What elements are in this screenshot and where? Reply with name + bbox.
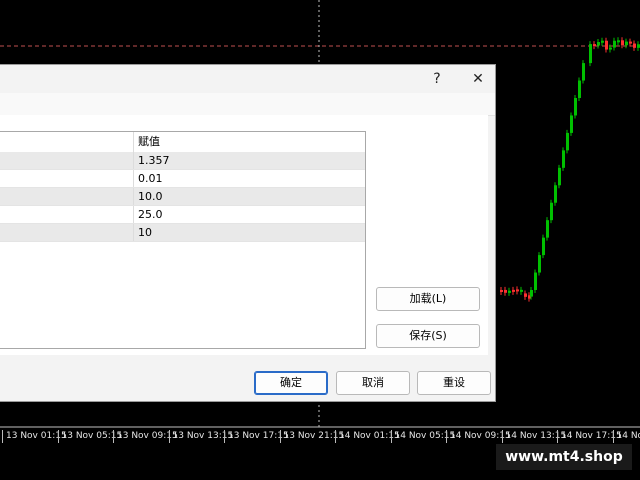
table-row[interactable]: 25.0 xyxy=(0,206,365,224)
table-row[interactable]: 1.357 xyxy=(0,152,365,170)
candle-body xyxy=(578,81,581,98)
candle-body xyxy=(605,41,608,50)
value-cell[interactable]: 10 xyxy=(133,224,152,241)
watermark: www.mt4.shop xyxy=(496,444,632,470)
time-tick-label: 14 Nov xyxy=(613,430,640,443)
table-header: 赋值 xyxy=(0,132,365,153)
reset-button[interactable]: 重设 xyxy=(417,371,491,395)
candle-body xyxy=(609,48,612,50)
table-row[interactable]: 10 xyxy=(0,224,365,242)
candle-body xyxy=(500,290,503,292)
expert-properties-dialog: ? ✕ 赋值 1.357 0.01 10.0 25.0 10 加载(L) 保存(… xyxy=(0,64,496,402)
close-icon[interactable]: ✕ xyxy=(465,67,491,91)
table-row[interactable]: 0.01 xyxy=(0,170,365,188)
candle-body xyxy=(566,133,569,150)
candle-body xyxy=(524,293,527,296)
candle-body xyxy=(508,291,511,293)
candle-body xyxy=(625,42,628,46)
candle-body xyxy=(601,41,604,43)
candle-body xyxy=(530,290,533,297)
value-column-header: 赋值 xyxy=(133,132,160,152)
candle-body xyxy=(633,44,636,48)
candle-body xyxy=(538,255,541,272)
candle-body xyxy=(512,290,515,292)
candle-body xyxy=(570,115,573,132)
candle-body xyxy=(597,42,600,45)
load-button[interactable]: 加载(L) xyxy=(376,287,480,311)
candle-body xyxy=(504,290,507,293)
candle-body xyxy=(562,150,565,167)
candle-body xyxy=(554,185,557,202)
cancel-button[interactable]: 取消 xyxy=(336,371,410,395)
tab-strip xyxy=(0,93,495,116)
candle-body xyxy=(550,203,553,220)
help-icon[interactable]: ? xyxy=(424,67,450,91)
value-cell[interactable]: 10.0 xyxy=(133,188,163,205)
dialog-title-bar[interactable]: ? ✕ xyxy=(0,65,495,93)
inputs-table[interactable]: 赋值 1.357 0.01 10.0 25.0 10 xyxy=(0,131,366,349)
candle-body xyxy=(516,289,519,291)
candle-body xyxy=(582,63,585,80)
value-cell[interactable]: 1.357 xyxy=(133,152,170,169)
candle-body xyxy=(558,168,561,185)
candle-body xyxy=(593,44,596,46)
candle-body xyxy=(534,273,537,290)
candle-body xyxy=(589,44,592,63)
candle-body xyxy=(613,41,616,48)
save-button[interactable]: 保存(S) xyxy=(376,324,480,348)
candle-body xyxy=(546,220,549,237)
candle-body xyxy=(574,98,577,115)
candle-body xyxy=(542,238,545,255)
candle-body xyxy=(617,40,620,42)
candle-body xyxy=(629,42,632,44)
value-cell[interactable]: 25.0 xyxy=(133,206,163,223)
ok-button[interactable]: 确定 xyxy=(254,371,328,395)
candle-body xyxy=(621,40,624,45)
candle-body xyxy=(520,290,523,292)
table-row[interactable]: 10.0 xyxy=(0,188,365,206)
value-cell[interactable]: 0.01 xyxy=(133,170,163,187)
